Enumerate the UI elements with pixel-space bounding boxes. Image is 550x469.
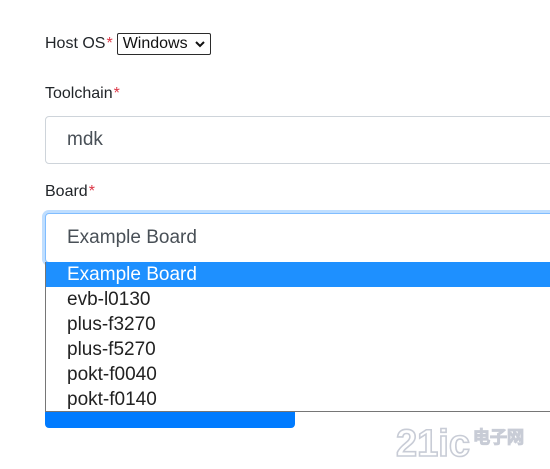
host-os-select[interactable]: Windows xyxy=(116,33,211,55)
required-mark: * xyxy=(106,35,113,52)
board-option[interactable]: Example Board xyxy=(46,262,550,287)
board-dropdown-list[interactable]: Example Board evb-l0130 plus-f3270 plus-… xyxy=(45,262,550,412)
host-os-selected-value: Windows xyxy=(122,35,188,52)
board-option[interactable]: plus-f5270 xyxy=(46,337,550,362)
board-label: Board* xyxy=(45,183,95,200)
chevron-down-icon xyxy=(194,41,205,48)
toolchain-label: Toolchain* xyxy=(45,85,120,102)
board-option[interactable]: pokt-f0140 xyxy=(46,387,550,412)
watermark-logo: 21ic 电子网 xyxy=(396,423,525,463)
watermark-brand: 21ic xyxy=(396,423,470,463)
host-os-label: Host OS* xyxy=(45,35,113,52)
required-mark: * xyxy=(88,183,95,200)
board-option[interactable]: evb-l0130 xyxy=(46,287,550,312)
board-selected-value: Example Board xyxy=(67,227,197,248)
board-option[interactable]: pokt-f0040 xyxy=(46,362,550,387)
required-mark: * xyxy=(113,85,120,102)
toolchain-input[interactable]: mdk xyxy=(45,116,550,164)
board-select[interactable]: Example Board xyxy=(45,213,550,263)
host-os-row: Host OS* Windows xyxy=(45,32,211,56)
toolchain-value: mdk xyxy=(67,129,103,150)
board-option[interactable]: plus-f3270 xyxy=(46,312,550,337)
watermark: 21ic 电子网 xyxy=(396,423,546,463)
watermark-cn: 电子网 xyxy=(473,427,524,448)
